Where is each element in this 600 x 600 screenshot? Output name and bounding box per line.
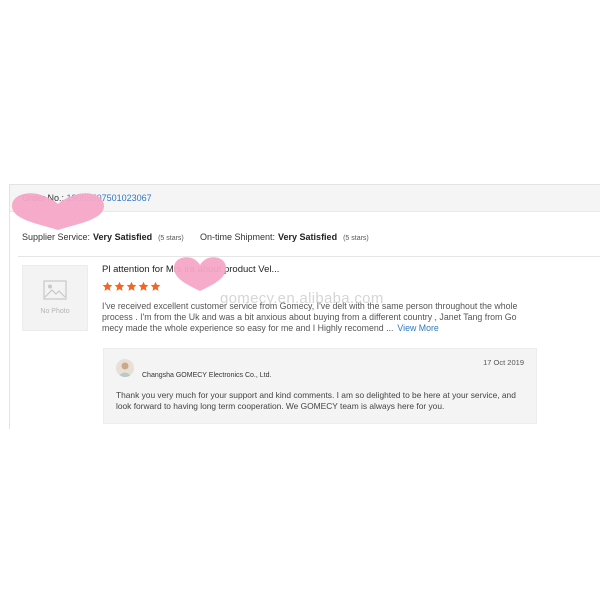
star-rating xyxy=(102,281,162,299)
supplier-service-stars: (5 stars) xyxy=(158,235,184,242)
supplier-service-value: Very Satisfied xyxy=(93,232,153,242)
star-icon xyxy=(126,281,137,291)
shipment-stars: (5 stars) xyxy=(343,235,369,242)
watermark: gomecy.en.alibaba.com xyxy=(220,290,384,307)
heart-sticker xyxy=(12,193,104,230)
star-icon xyxy=(150,281,161,291)
view-more-link[interactable]: View More xyxy=(397,323,438,333)
shipment-label: On-time Shipment: xyxy=(200,232,276,242)
star-icon xyxy=(138,281,149,291)
reply-message: Thank you very much for your support and… xyxy=(116,390,516,411)
no-photo-label: No Photo xyxy=(40,308,70,315)
reply-company: Changsha GOMECY Electronics Co., Ltd. xyxy=(142,372,272,379)
reply-date: 17 Oct 2019 xyxy=(483,358,524,367)
product-thumbnail[interactable]: No Photo xyxy=(22,265,88,331)
avatar xyxy=(116,359,134,377)
shipment-value: Very Satisfied xyxy=(278,232,338,242)
star-icon xyxy=(102,281,113,291)
supplier-service-label: Supplier Service: xyxy=(22,232,91,242)
star-icon xyxy=(114,281,125,291)
supplier-reply: Changsha GOMECY Electronics Co., Ltd. 17… xyxy=(103,348,537,424)
image-placeholder-icon xyxy=(43,280,67,300)
divider xyxy=(18,256,600,257)
shipment-rating: On-time Shipment: Very Satisfied (5 stars) xyxy=(200,232,369,242)
heart-sticker xyxy=(174,257,226,291)
ratings-row: Supplier Service: Very Satisfied (5 stars)… xyxy=(22,232,369,242)
